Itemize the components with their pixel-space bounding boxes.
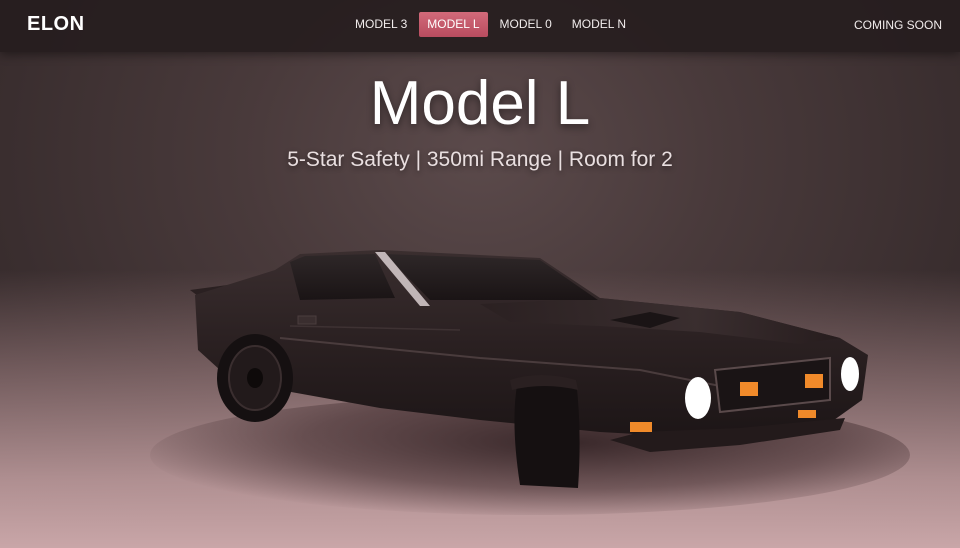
nav-link-model-n[interactable]: MODEL N — [564, 12, 634, 37]
headlight-left — [685, 377, 711, 419]
nav-links: MODEL 3 MODEL L MODEL 0 MODEL N — [347, 12, 638, 37]
nav-link-model-3[interactable]: MODEL 3 — [347, 12, 415, 37]
headlight-right — [841, 357, 859, 391]
hero-subtitle: 5-Star Safety | 350mi Range | Room for 2 — [287, 148, 673, 171]
brand-logo[interactable]: ELON — [27, 13, 85, 36]
grille-light-right — [805, 374, 823, 388]
front-wheel — [514, 380, 580, 488]
car-icon — [190, 250, 868, 488]
nav-link-model-l[interactable]: MODEL L — [419, 12, 488, 37]
hero-title: Model L — [369, 69, 591, 138]
nav-link-model-0[interactable]: MODEL 0 — [492, 12, 560, 37]
top-navbar: ELON MODEL 3 MODEL L MODEL 0 MODEL N COM… — [0, 0, 960, 52]
nav-link-coming-soon[interactable]: COMING SOON — [854, 18, 942, 32]
grille-light-left — [740, 382, 758, 396]
